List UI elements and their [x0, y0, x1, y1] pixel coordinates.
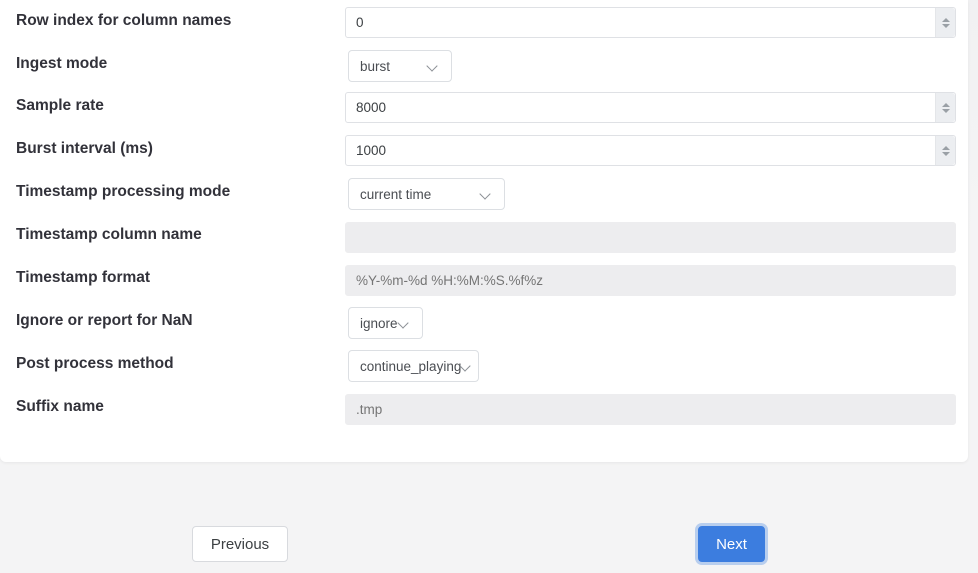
select-ingest-mode[interactable]: burst: [348, 50, 452, 82]
form-row: Suffix name: [0, 394, 968, 437]
field-label: Timestamp column name: [16, 225, 202, 245]
select-post-process-method[interactable]: continue_playing: [348, 350, 479, 382]
field-label: Sample rate: [16, 96, 104, 116]
input-burst-interval-ms[interactable]: [345, 135, 956, 166]
number-spinner[interactable]: [935, 93, 955, 122]
field-label: Ingest mode: [16, 54, 107, 74]
chevron-down-icon: [481, 189, 495, 199]
previous-button[interactable]: Previous: [192, 526, 288, 562]
input-timestamp-column-name: [345, 222, 956, 253]
form-row: Sample rate: [0, 92, 968, 135]
field-label: Burst interval (ms): [16, 139, 153, 159]
form-row: Burst interval (ms): [0, 135, 968, 178]
chevron-down-icon: [461, 361, 475, 371]
select-value: ignore: [360, 316, 398, 331]
form-row: Ignore or report for NaN ignore: [0, 307, 968, 350]
field-label: Timestamp processing mode: [16, 182, 230, 202]
form-row: Timestamp format: [0, 265, 968, 308]
next-button[interactable]: Next: [698, 526, 765, 562]
form-row: Timestamp column name: [0, 222, 968, 265]
page-root: Row index for column names Ingest mode bur…: [0, 0, 978, 573]
field-label: Timestamp format: [16, 268, 150, 288]
spinner-up-icon[interactable]: [942, 146, 950, 150]
select-ignore-or-report-for-nan[interactable]: ignore: [348, 307, 423, 339]
field-label: Suffix name: [16, 397, 104, 417]
form-row: Timestamp processing mode current time: [0, 178, 968, 221]
spinner-up-icon[interactable]: [942, 18, 950, 22]
settings-form-card: Row index for column names Ingest mode bur…: [0, 0, 968, 462]
field-label: Post process method: [16, 354, 174, 374]
spinner-down-icon[interactable]: [942, 152, 950, 156]
number-spinner[interactable]: [935, 8, 955, 37]
select-value: current time: [360, 187, 431, 202]
form-row: Post process method continue_playing: [0, 350, 968, 393]
select-value: continue_playing: [360, 359, 461, 374]
spinner-up-icon[interactable]: [942, 103, 950, 107]
input-row-index-for-column-names[interactable]: [345, 7, 956, 38]
input-suffix-name: [345, 394, 956, 425]
field-label: Ignore or report for NaN: [16, 311, 193, 331]
select-timestamp-processing-mode[interactable]: current time: [348, 178, 505, 210]
input-sample-rate[interactable]: [345, 92, 956, 123]
spinner-down-icon[interactable]: [942, 109, 950, 113]
form-row: Row index for column names: [0, 7, 968, 50]
spinner-down-icon[interactable]: [942, 24, 950, 28]
field-label: Row index for column names: [16, 11, 231, 31]
form-row: Ingest mode burst: [0, 50, 968, 93]
input-timestamp-format: [345, 265, 956, 296]
chevron-down-icon: [399, 318, 413, 328]
chevron-down-icon: [428, 61, 442, 71]
select-value: burst: [360, 59, 390, 74]
number-spinner[interactable]: [935, 136, 955, 165]
